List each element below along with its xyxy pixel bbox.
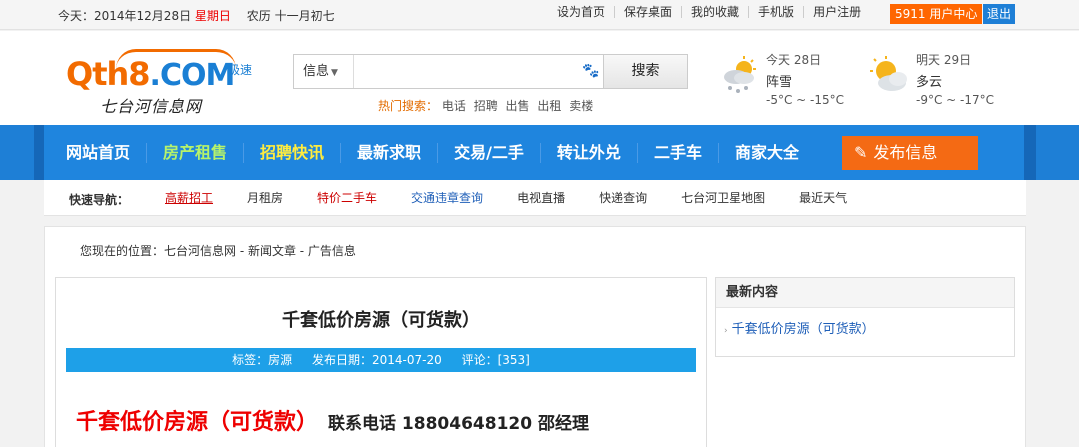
hot-search: 热门搜索： 电话 招聘 出售 出租 卖楼 <box>378 97 597 114</box>
search-box: 信息 ▼ 🐾 搜索 <box>293 54 688 89</box>
weather-tomorrow-temp: -9°C ~ -17°C <box>916 93 995 107</box>
quick-link[interactable]: 月租房 <box>230 191 300 205</box>
search-button[interactable]: 搜索 <box>603 55 687 88</box>
quick-link[interactable]: 高薪招工 <box>148 191 230 205</box>
date-text: 今天：2014年12月28日 <box>58 9 192 23</box>
date-info: 今天：2014年12月28日 星期日 农历 十一月初七 <box>58 7 335 24</box>
quick-link[interactable]: 七台河卫星地图 <box>664 191 782 205</box>
baidu-paw-icon: 🐾 <box>582 63 600 79</box>
quick-link[interactable]: 快递查询 <box>582 191 664 205</box>
logo-main: Qth8.COM <box>66 55 235 93</box>
quick-link[interactable]: 电视直播 <box>500 191 582 205</box>
list-item[interactable]: › 千套低价房源（可货款） <box>724 318 875 337</box>
nav-item-home[interactable]: 网站首页 <box>50 142 148 163</box>
hot-word[interactable]: 电话 <box>442 99 466 113</box>
cloudy-icon <box>870 56 907 91</box>
quick-link[interactable]: 特价二手车 <box>300 191 394 205</box>
nav-item-job-seeking[interactable]: 最新求职 <box>341 142 439 163</box>
publish-button[interactable]: ✎ 发布信息 <box>842 136 978 170</box>
nav-item-trade[interactable]: 交易/二手 <box>438 142 541 163</box>
hot-word[interactable]: 招聘 <box>474 99 498 113</box>
article-body-headline: 千套低价房源（可货款） <box>76 410 319 435</box>
article-meta: 标签：房源 发布日期：2014-07-20 评论：[353] <box>66 348 696 372</box>
quick-nav-links: 高薪招工 月租房 特价二手车 交通违章查询 电视直播 快递查询 七台河卫星地图 … <box>148 191 864 205</box>
article-date: 发布日期：2014-07-20 <box>311 353 442 367</box>
set-homepage-link[interactable]: 设为首页 <box>548 6 616 18</box>
search-category-select[interactable]: 信息 ▼ <box>294 55 354 88</box>
weather-today-day: 今天 28日 <box>766 53 822 67</box>
my-favorites-link[interactable]: 我的收藏 <box>682 6 750 18</box>
latest-content-header: 最新内容 <box>716 278 1014 308</box>
nav-edge-right <box>1024 125 1036 180</box>
bullet-icon: › <box>724 326 728 336</box>
breadcrumb: 您现在的位置：七台河信息网 - 新闻文章 - 广告信息 <box>80 244 356 258</box>
nav-items: 网站首页 房产租售 招聘快讯 最新求职 交易/二手 转让外兑 二手车 商家大全 <box>50 125 815 180</box>
nav-item-jobs[interactable]: 招聘快讯 <box>244 142 342 163</box>
latest-content-panel: 最新内容 › 千套低价房源（可货款） <box>715 277 1015 357</box>
save-desktop-link[interactable]: 保存桌面 <box>615 6 683 18</box>
pencil-icon: ✎ <box>854 143 868 162</box>
quick-link[interactable]: 交通违章查询 <box>394 191 500 205</box>
top-links: 设为首页 保存桌面 我的收藏 手机版 用户注册 <box>548 6 870 18</box>
weekday: 星期日 <box>194 9 231 23</box>
quick-link[interactable]: 最近天气 <box>782 191 864 205</box>
logo-tag: 极速 <box>228 63 253 77</box>
article-body-contact: 联系电话 18804648120 邵经理 <box>328 414 589 434</box>
search-input[interactable] <box>355 55 580 88</box>
quick-nav-label: 快速导航： <box>69 193 130 207</box>
user-center-button[interactable]: 5911 用户中心 <box>890 4 983 24</box>
header: Qth8.COM 极速 七台河信息网 信息 ▼ 🐾 搜索 热门搜索： 电话 招聘 … <box>0 31 1079 125</box>
hot-search-label: 热门搜索： <box>378 99 439 113</box>
weather-today-temp: -5°C ~ -15°C <box>766 93 845 107</box>
nav-item-housing[interactable]: 房产租售 <box>147 142 245 163</box>
main-nav: 网站首页 房产租售 招聘快讯 最新求职 交易/二手 转让外兑 二手车 商家大全 … <box>0 125 1079 180</box>
register-link[interactable]: 用户注册 <box>804 6 870 18</box>
weather-tomorrow-cond: 多云 <box>916 75 943 90</box>
quick-nav: 快速导航： 高薪招工 月租房 特价二手车 交通违章查询 电视直播 快递查询 七台… <box>44 180 1026 216</box>
nav-item-transfer[interactable]: 转让外兑 <box>541 142 638 163</box>
logout-button[interactable]: 退出 <box>983 4 1016 24</box>
chevron-down-icon: ▼ <box>331 68 338 78</box>
content-area: 您现在的位置：七台河信息网 - 新闻文章 - 广告信息 千套低价房源（可货款） … <box>44 226 1026 447</box>
article-comments[interactable]: 评论：[353] <box>462 353 530 367</box>
top-bar: 今天：2014年12月28日 星期日 农历 十一月初七 设为首页 保存桌面 我的… <box>0 0 1079 30</box>
site-logo[interactable]: Qth8.COM 极速 七台河信息网 <box>66 49 266 116</box>
article: 千套低价房源（可货款） 标签：房源 发布日期：2014-07-20 评论：[35… <box>55 277 707 447</box>
nav-item-used-cars[interactable]: 二手车 <box>638 142 719 163</box>
logo-subtitle: 七台河信息网 <box>100 97 203 116</box>
article-body: 千套低价房源（可货款） 联系电话 18804648120 邵经理 <box>76 404 589 436</box>
hot-word[interactable]: 卖楼 <box>569 99 593 113</box>
nav-item-merchants[interactable]: 商家大全 <box>719 143 815 163</box>
article-title: 千套低价房源（可货款） <box>282 310 480 331</box>
weather-tomorrow-day: 明天 29日 <box>916 53 972 67</box>
hot-word[interactable]: 出租 <box>537 99 561 113</box>
hot-word[interactable]: 出售 <box>506 99 530 113</box>
snow-shower-icon <box>724 56 756 93</box>
lunar-date: 农历 十一月初七 <box>246 9 335 23</box>
weather-today-cond: 阵雪 <box>766 75 793 90</box>
mobile-link[interactable]: 手机版 <box>749 6 805 18</box>
article-tags[interactable]: 标签：房源 <box>232 353 292 367</box>
